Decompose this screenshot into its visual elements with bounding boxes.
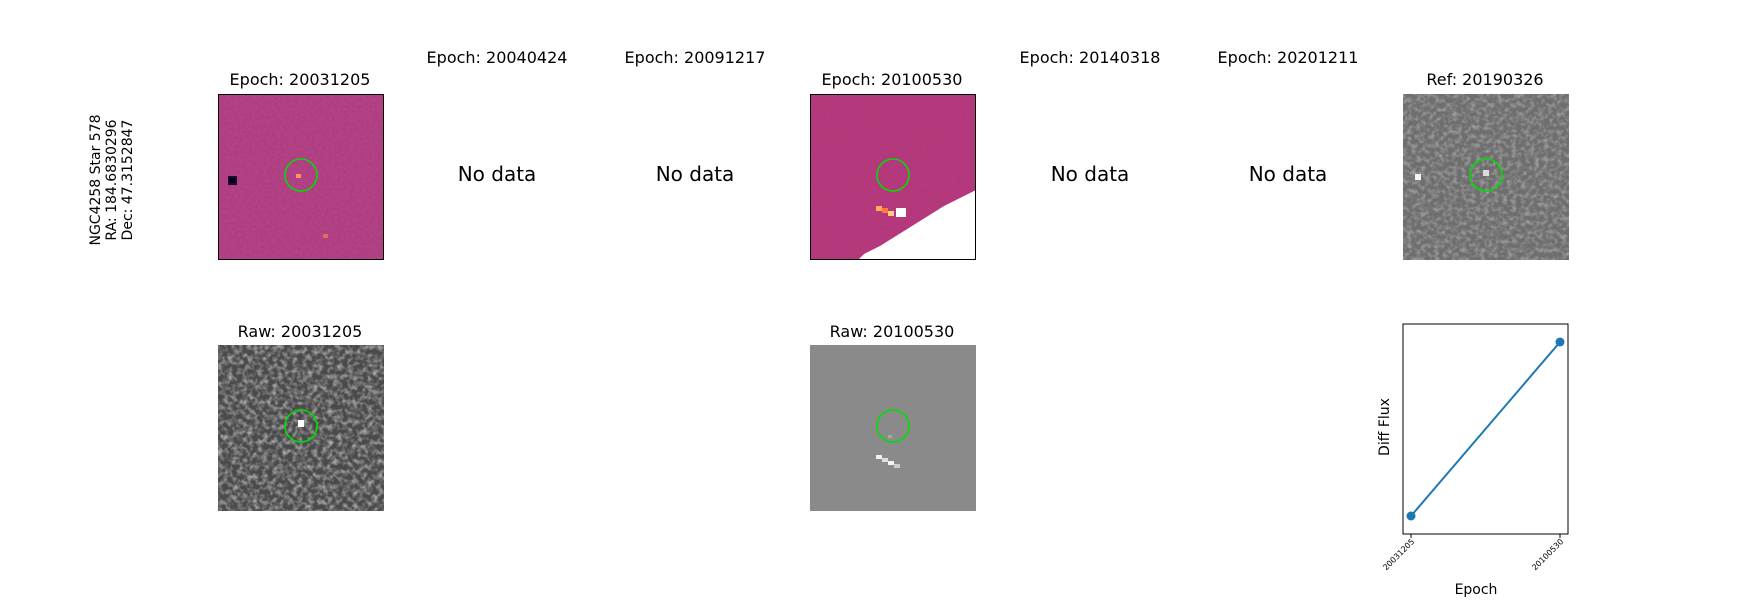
star-name: NGC4258 Star 578 [88,114,104,246]
no-data-label-5: No data [1050,162,1130,186]
diff-image-20100530 [810,94,976,260]
series-line [1410,341,1561,517]
raw-image-20031205 [218,345,384,511]
y-axis-label: Diff Flux [1377,398,1393,456]
epoch-title-1: Epoch: 20031205 [229,70,371,89]
data-point-20031205 [1406,511,1416,521]
star-dec: Dec: 47.3152847 [120,119,136,241]
raw-title-2: Raw: 20100530 [829,322,955,341]
no-data-label-3: No data [655,162,735,186]
x-axis-label: Epoch [1454,582,1498,598]
epoch-title-5: Epoch: 20140318 [1019,48,1161,67]
raw-image-20100530 [810,345,976,511]
no-data-label-2: No data [457,162,537,186]
epoch-title-2: Epoch: 20040424 [426,48,568,67]
x-tick-label-20100530: 20100530 [1530,537,1565,572]
no-data-label-6: No data [1248,162,1328,186]
ref-title: Ref: 20190326 [1426,70,1544,89]
x-tick-label-20031205: 20031205 [1381,537,1416,572]
epoch-title-3: Epoch: 20091217 [624,48,766,67]
star-info-label: NGC4258 Star 578 RA: 184.6830296 Dec: 47… [88,100,148,260]
epoch-title-6: Epoch: 20201211 [1217,48,1359,67]
raw-title-1: Raw: 20031205 [237,322,363,341]
data-point-20100530 [1555,337,1565,347]
reference-image [1403,94,1569,260]
star-ra: RA: 184.6830296 [104,119,120,241]
diff-image-20031205 [218,94,384,260]
diff-flux-chart: 20031205 20100530 [1381,323,1569,572]
epoch-title-4: Epoch: 20100530 [821,70,963,89]
